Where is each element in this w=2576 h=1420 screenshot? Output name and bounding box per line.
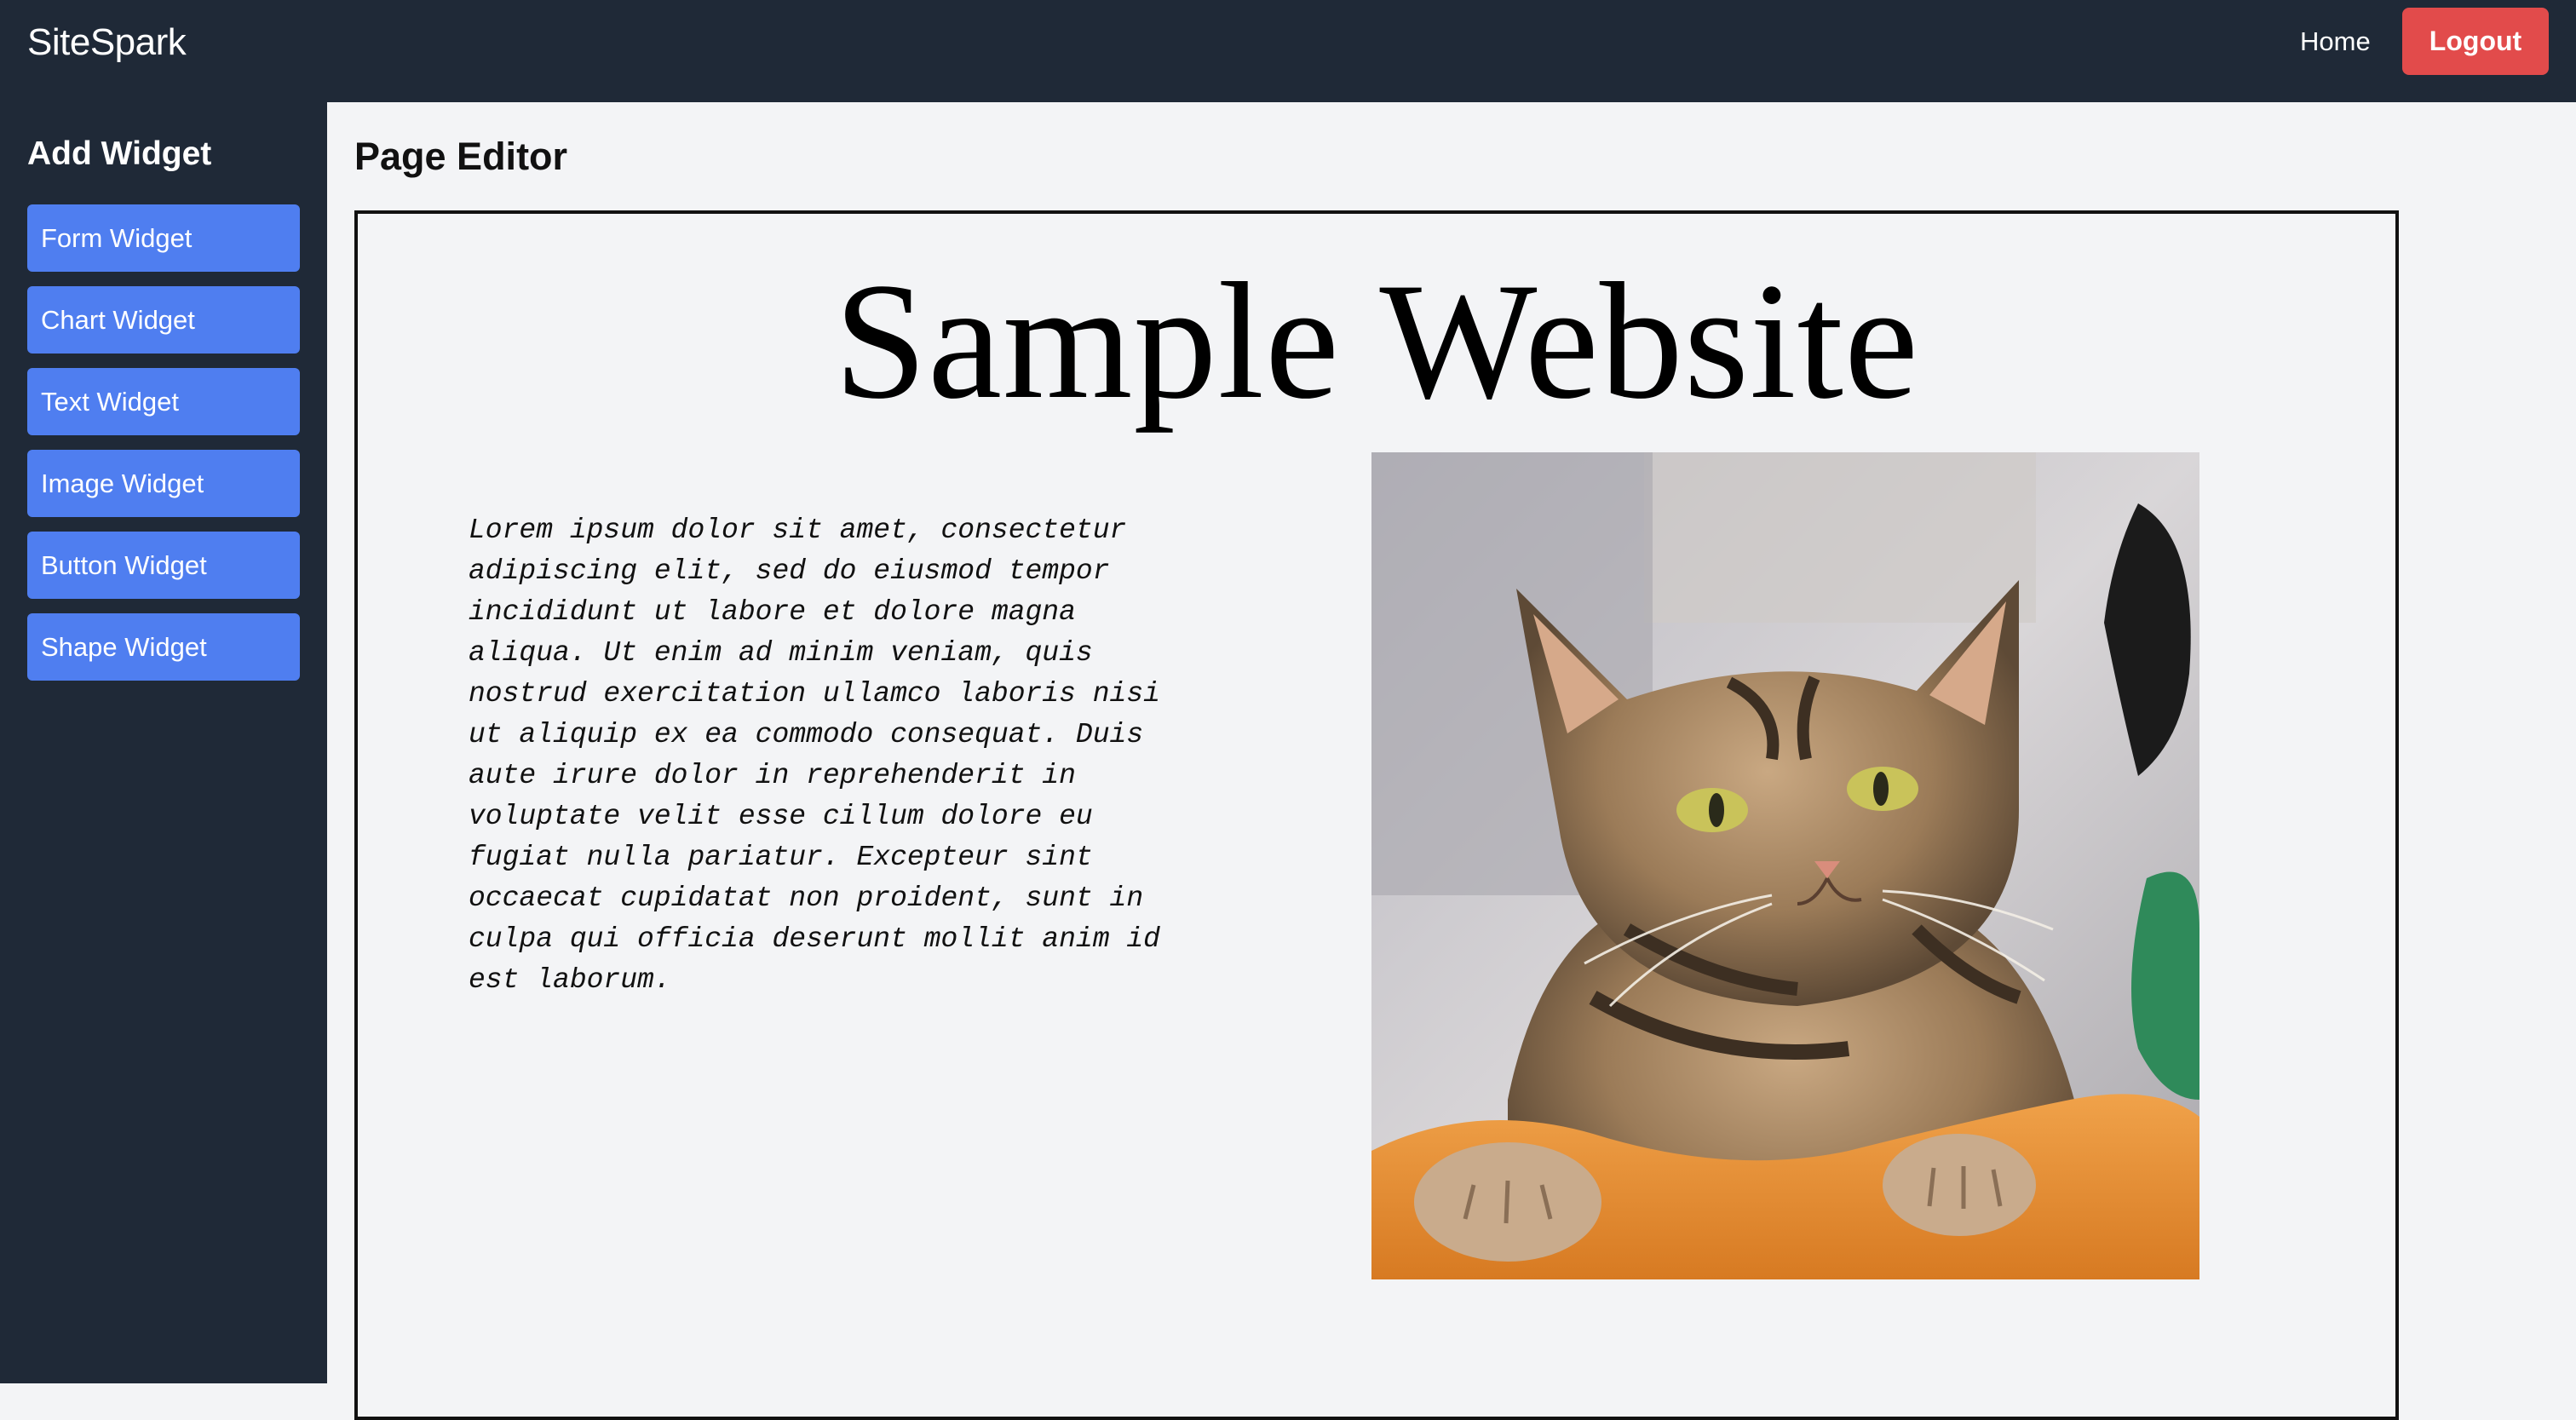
editor-canvas[interactable]: Sample Website Lorem ipsum dolor sit ame… [354,210,2399,1420]
form-widget-button[interactable]: Form Widget [27,204,300,272]
cat-photo-icon [1371,452,2199,1279]
page-heading[interactable]: Sample Website [358,248,2395,435]
page-editor-title: Page Editor [354,135,568,178]
sidebar-title: Add Widget [27,135,212,172]
button-widget-button[interactable]: Button Widget [27,532,300,599]
brand-logo[interactable]: SiteSpark [27,19,187,66]
shape-widget-button[interactable]: Shape Widget [27,613,300,681]
chart-widget-button[interactable]: Chart Widget [27,286,300,354]
page-body-text[interactable]: Lorem ipsum dolor sit amet, consectetur … [469,510,1176,1001]
top-navbar: SiteSpark Home Logout [0,0,2576,102]
image-widget-button[interactable]: Image Widget [27,450,300,517]
sidebar: Add Widget Form Widget Chart Widget Text… [0,102,327,1383]
nav-home-link[interactable]: Home [2300,20,2371,63]
logout-button[interactable]: Logout [2402,8,2549,75]
text-widget-button[interactable]: Text Widget [27,368,300,435]
cat-image[interactable] [1371,452,2199,1279]
